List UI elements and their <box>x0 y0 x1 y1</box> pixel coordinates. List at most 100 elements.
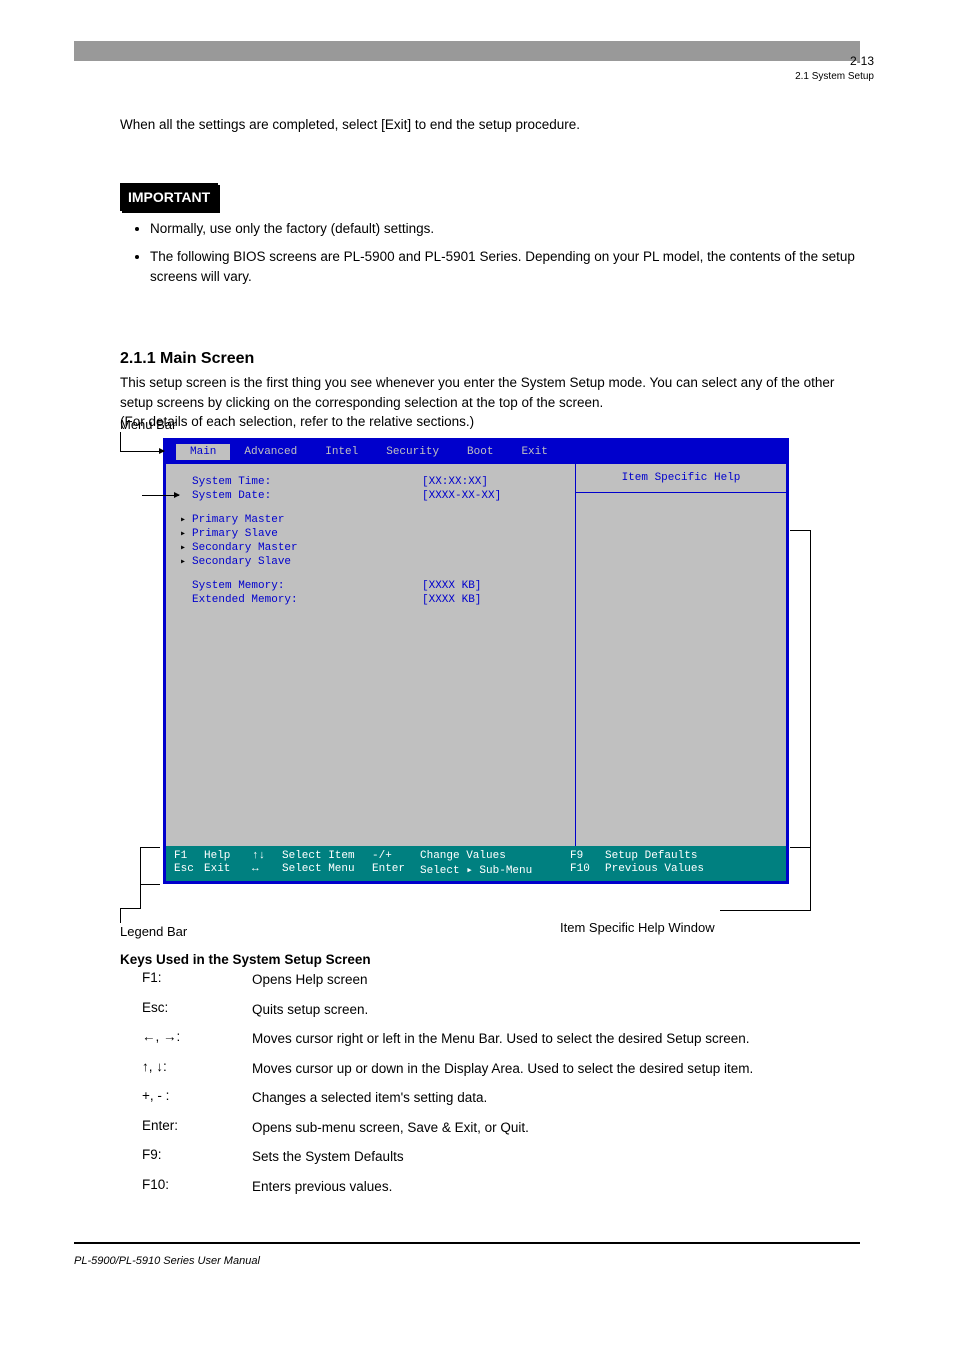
bios-body: System Time: [XX:XX:XX] System Date: [XX… <box>166 463 786 846</box>
section-label: 2.1 System Setup <box>795 71 874 82</box>
bios-screenshot: Main Advanced Intel Security Boot Exit S… <box>163 438 789 884</box>
bios-menu-main[interactable]: Main <box>176 444 230 460</box>
key-desc: Opens sub-menu screen, Save & Exit, or Q… <box>252 1118 860 1138</box>
body-line: This setup screen is the first thing you… <box>120 373 860 412</box>
key-row: F9: Sets the System Defaults <box>142 1147 860 1167</box>
bios-help-pane: Item Specific Help <box>576 464 786 846</box>
intro-line: When all the settings are completed, sel… <box>120 115 860 135</box>
callout-line <box>720 910 810 911</box>
callout-line <box>140 847 160 848</box>
callout-arrow <box>120 451 164 452</box>
key-row: F10: Enters previous values. <box>142 1177 860 1197</box>
legend-key: Esc <box>174 863 204 877</box>
important-badge: IMPORTANT <box>120 183 218 211</box>
bios-menu-advanced[interactable]: Advanced <box>230 444 311 460</box>
legend-label: Change Values <box>420 850 570 862</box>
bios-sub-secondary-master[interactable]: Secondary Master <box>176 542 565 554</box>
bios-help-title: Item Specific Help <box>576 464 786 493</box>
bios-value: [XXXX KB] <box>422 580 481 592</box>
callout-line <box>140 847 141 909</box>
bios-menu-boot[interactable]: Boot <box>453 444 507 460</box>
key-desc: Moves cursor right or left in the Menu B… <box>252 1029 860 1049</box>
page-number: 2-13 <box>850 54 874 68</box>
legend-key: Enter <box>372 863 420 877</box>
bios-value: [XXXX KB] <box>422 594 481 606</box>
key-desc: Opens Help screen <box>252 970 860 990</box>
section-body-main: This setup screen is the first thing you… <box>120 373 860 432</box>
key-row: Enter: Opens sub-menu screen, Save & Exi… <box>142 1118 860 1138</box>
callout-line <box>120 908 140 909</box>
key-desc: Quits setup screen. <box>252 1000 860 1020</box>
bios-label: System Memory: <box>192 580 342 592</box>
bios-value: [XXXX-XX-XX] <box>422 490 501 502</box>
keys-title: Keys Used in the System Setup Screen <box>120 950 860 970</box>
bios-menu-exit[interactable]: Exit <box>507 444 561 460</box>
legend-label: Select Item <box>282 850 372 862</box>
note-item: Normally, use only the factory (default)… <box>150 219 860 239</box>
legend-label: Setup Defaults <box>605 850 778 862</box>
legend-key: ↑↓ <box>252 850 282 862</box>
header-bar <box>74 41 860 61</box>
key-row: F1: Opens Help screen <box>142 970 860 990</box>
bios-display-area: System Time: [XX:XX:XX] System Date: [XX… <box>166 464 576 846</box>
key-name: +, - : <box>142 1088 252 1103</box>
bios-window: Main Advanced Intel Security Boot Exit S… <box>163 438 789 884</box>
key-desc: Enters previous values. <box>252 1177 860 1197</box>
key-name: ↑, ↓: <box>142 1059 252 1074</box>
callout-arrow <box>142 495 179 496</box>
body-line: (For details of each selection, refer to… <box>120 412 860 432</box>
bios-sub-primary-master[interactable]: Primary Master <box>176 514 565 526</box>
bios-legend-bar: F1 Help ↑↓ Select Item -/+ Change Values… <box>166 846 786 881</box>
legend-label: Exit <box>204 863 252 877</box>
bios-row-system-date[interactable]: System Date: [XXXX-XX-XX] <box>176 490 565 502</box>
callout-line <box>140 884 160 885</box>
callout-line <box>790 847 810 848</box>
key-name: F1: <box>142 970 252 985</box>
legend-key: ↔ <box>252 863 282 877</box>
key-name: Esc: <box>142 1000 252 1015</box>
legend-label: Help <box>204 850 252 862</box>
important-notes: Normally, use only the factory (default)… <box>150 219 860 288</box>
note-item: The following BIOS screens are PL-5900 a… <box>150 247 860 288</box>
callout-legend-bar: Legend Bar <box>120 924 187 939</box>
key-row: Esc: Quits setup screen. <box>142 1000 860 1020</box>
callout-line <box>120 908 121 923</box>
key-desc: Changes a selected item's setting data. <box>252 1088 860 1108</box>
bios-label: Extended Memory: <box>192 594 342 606</box>
key-name: ←, →: <box>142 1029 252 1044</box>
legend-key: F10 <box>570 863 605 877</box>
key-row: +, - : Changes a selected item's setting… <box>142 1088 860 1108</box>
key-desc: Sets the System Defaults <box>252 1147 860 1167</box>
bios-menu-bar[interactable]: Main Advanced Intel Security Boot Exit <box>166 441 786 463</box>
bios-label: System Time: <box>192 476 342 488</box>
legend-key: -/+ <box>372 850 420 862</box>
callout-line <box>120 432 121 452</box>
bios-sub-primary-slave[interactable]: Primary Slave <box>176 528 565 540</box>
bios-value: [XX:XX:XX] <box>422 476 488 488</box>
legend-label: Select Menu <box>282 863 372 877</box>
legend-key: F1 <box>174 850 204 862</box>
key-row: ←, →: Moves cursor right or left in the … <box>142 1029 860 1049</box>
callout-line <box>790 530 810 531</box>
legend-label: Previous Values <box>605 863 778 877</box>
bios-menu-intel[interactable]: Intel <box>311 444 372 460</box>
legend-label: Select ▸ Sub-Menu <box>420 863 570 877</box>
footer-rule <box>74 1242 860 1244</box>
callout-line <box>810 848 811 911</box>
intro-block: When all the settings are completed, sel… <box>120 115 860 296</box>
bios-row-extended-memory: Extended Memory: [XXXX KB] <box>176 594 565 606</box>
bios-menu-security[interactable]: Security <box>372 444 453 460</box>
callout-help-window: Item Specific Help Window <box>560 920 715 935</box>
section-title-main: 2.1.1 Main Screen <box>120 350 254 368</box>
footer-text: PL-5900/PL-5910 Series User Manual <box>74 1255 260 1267</box>
legend-key: F9 <box>570 850 605 862</box>
key-name: Enter: <box>142 1118 252 1133</box>
key-name: F10: <box>142 1177 252 1192</box>
bios-sub-secondary-slave[interactable]: Secondary Slave <box>176 556 565 568</box>
bios-row-system-memory: System Memory: [XXXX KB] <box>176 580 565 592</box>
bios-row-system-time[interactable]: System Time: [XX:XX:XX] <box>176 476 565 488</box>
bios-label: System Date: <box>192 490 342 502</box>
callout-menu-bar: Menu Bar <box>120 417 176 432</box>
key-row: ↑, ↓: Moves cursor up or down in the Dis… <box>142 1059 860 1079</box>
keys-table: F1: Opens Help screen Esc: Quits setup s… <box>142 970 860 1207</box>
